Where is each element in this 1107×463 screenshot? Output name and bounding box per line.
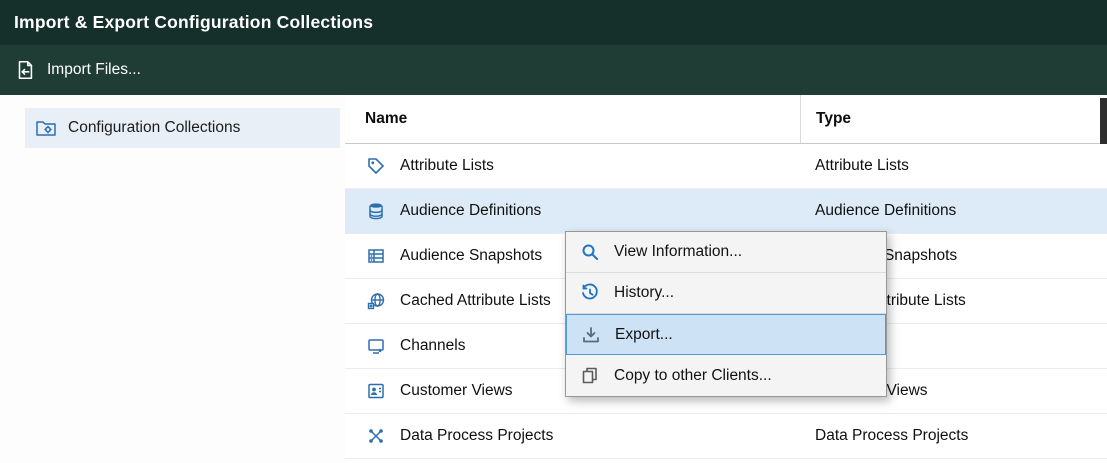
table-row[interactable]: Attribute Lists Attribute Lists xyxy=(345,144,1107,189)
audience-definitions-icon xyxy=(365,201,387,221)
table-row[interactable]: Audience Definitions Audience Definition… xyxy=(345,189,1107,234)
row-name: Attribute Lists xyxy=(400,157,494,175)
row-type: Attribute Lists xyxy=(800,157,1107,175)
context-menu: View Information... History... Export... xyxy=(565,231,887,397)
row-type: Audience Definitions xyxy=(800,202,1107,220)
row-type: Data Process Projects xyxy=(800,427,1107,445)
data-process-projects-icon xyxy=(365,426,387,446)
channels-icon xyxy=(365,336,387,356)
customer-views-icon xyxy=(365,381,387,401)
column-header-name[interactable]: Name xyxy=(345,95,800,143)
sidebar-item-label: Configuration Collections xyxy=(68,119,240,137)
row-name: Cached Attribute Lists xyxy=(400,292,551,310)
menu-item-history[interactable]: History... xyxy=(566,273,886,314)
row-name: Customer Views xyxy=(400,382,513,400)
menu-item-view-information[interactable]: View Information... xyxy=(566,232,886,273)
column-header-type[interactable]: Type xyxy=(800,95,1107,143)
row-name: Audience Snapshots xyxy=(400,247,542,265)
import-file-icon xyxy=(14,57,36,83)
cached-attribute-lists-icon xyxy=(365,291,387,311)
export-icon xyxy=(567,324,615,346)
vertical-scrollbar[interactable] xyxy=(1100,98,1107,144)
history-icon xyxy=(566,282,614,304)
attribute-lists-icon xyxy=(365,156,387,176)
copy-icon xyxy=(566,365,614,387)
sidebar: Configuration Collections xyxy=(0,95,345,463)
window-titlebar: Import & Export Configuration Collection… xyxy=(0,0,1107,45)
menu-item-label: View Information... xyxy=(614,243,742,261)
menu-item-label: History... xyxy=(614,284,674,302)
search-icon xyxy=(566,241,614,263)
row-name: Data Process Projects xyxy=(400,427,553,445)
menu-item-export[interactable]: Export... xyxy=(566,314,886,355)
audience-snapshots-icon xyxy=(365,246,387,266)
toolbar: Import Files... xyxy=(0,45,1107,95)
table-row[interactable]: Data Process Projects Data Process Proje… xyxy=(345,414,1107,459)
table-header: Name Type xyxy=(345,95,1107,144)
sidebar-item-configuration-collections[interactable]: Configuration Collections xyxy=(25,108,340,148)
menu-item-copy-to-other-clients[interactable]: Copy to other Clients... xyxy=(566,355,886,396)
row-name: Channels xyxy=(400,337,466,355)
import-files-label: Import Files... xyxy=(47,61,141,79)
menu-item-label: Export... xyxy=(615,326,673,344)
folder-gear-icon xyxy=(35,118,57,138)
row-name: Audience Definitions xyxy=(400,202,541,220)
menu-item-label: Copy to other Clients... xyxy=(614,367,772,385)
page-title: Import & Export Configuration Collection… xyxy=(14,12,373,33)
import-files-button[interactable]: Import Files... xyxy=(0,45,155,95)
